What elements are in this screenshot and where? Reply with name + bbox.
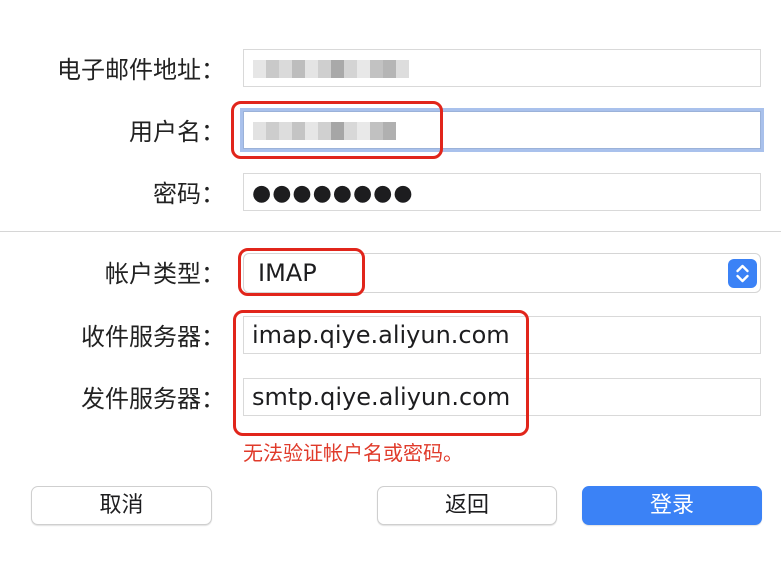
account-type-label: 帐户类型：: [105, 260, 225, 288]
redacted-email-value: [253, 60, 409, 78]
username-field[interactable]: [243, 111, 761, 149]
password-value: ●●●●●●●●: [252, 181, 414, 206]
account-type-value: IMAP: [258, 259, 317, 287]
cancel-button[interactable]: 取消: [31, 486, 212, 525]
redacted-username-value: [253, 122, 396, 140]
email-field[interactable]: [243, 49, 761, 87]
incoming-server-field[interactable]: imap.qiye.aliyun.com: [243, 316, 761, 354]
email-label: 电子邮件地址：: [57, 56, 225, 84]
error-message: 无法验证帐户名或密码。: [243, 441, 463, 465]
outgoing-server-field[interactable]: smtp.qiye.aliyun.com: [243, 378, 761, 416]
section-divider: [0, 231, 781, 232]
password-field[interactable]: ●●●●●●●●: [243, 173, 761, 211]
incoming-server-value: imap.qiye.aliyun.com: [252, 321, 510, 349]
outgoing-server-value: smtp.qiye.aliyun.com: [252, 383, 511, 411]
incoming-server-label: 收件服务器：: [81, 323, 225, 351]
back-button[interactable]: 返回: [377, 486, 557, 525]
login-button[interactable]: 登录: [582, 486, 762, 525]
password-label: 密码：: [153, 180, 225, 208]
outgoing-server-label: 发件服务器：: [81, 385, 225, 413]
username-label: 用户名：: [129, 118, 225, 146]
account-type-popup[interactable]: IMAP: [243, 253, 761, 293]
chevron-up-down-icon[interactable]: [728, 259, 757, 288]
